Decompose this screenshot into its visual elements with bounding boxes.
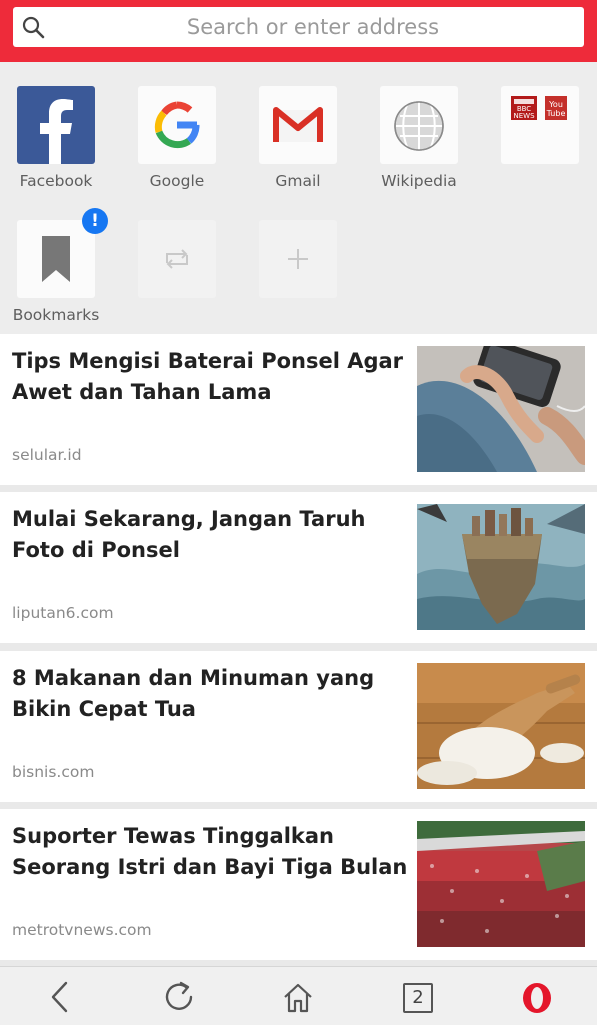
news-title[interactable]: Suporter Tewas Tinggalkan Seorang Istri … (12, 821, 412, 883)
tile-label: Gmail (275, 172, 321, 190)
reload-icon[interactable] (159, 977, 199, 1017)
plus-icon (259, 220, 337, 298)
tabs-button[interactable]: 2 (398, 977, 438, 1017)
bottom-navigation: 2 (0, 966, 597, 1025)
speed-dial-add[interactable] (243, 220, 353, 298)
floating-city-photo[interactable] (417, 504, 585, 630)
bookmark-icon (42, 236, 70, 282)
rice-scoop-photo[interactable] (417, 663, 585, 789)
folder-mini-label-bbc: BBC NEWS (513, 105, 535, 120)
news-source: selular.id (12, 446, 82, 464)
news-title[interactable]: Mulai Sekarang, Jangan Taruh Foto di Pon… (12, 504, 412, 566)
search-input[interactable] (53, 7, 573, 47)
speed-dial-bookmarks[interactable]: ! Bookmarks (1, 208, 111, 324)
back-icon[interactable] (41, 977, 81, 1017)
address-bar-container (0, 0, 597, 62)
folder-mini-label-youtube: You Tube (546, 100, 566, 118)
news-card[interactable]: Tips Mengisi Baterai Ponsel Agar Awet da… (0, 334, 597, 485)
news-title[interactable]: Tips Mengisi Baterai Ponsel Agar Awet da… (12, 346, 412, 408)
bookmark-tile-box (17, 220, 95, 298)
tile-label: Facebook (19, 172, 93, 190)
search-icon (22, 16, 45, 39)
news-source: bisnis.com (12, 763, 95, 781)
speed-dial-sync[interactable] (122, 220, 232, 298)
news-source: metrotvnews.com (12, 921, 152, 939)
bbc-youtube-folder-icon: BBC NEWS You Tube (501, 86, 579, 164)
news-title[interactable]: 8 Makanan dan Minuman yang Bikin Cepat T… (12, 663, 412, 725)
news-card[interactable]: Suporter Tewas Tinggalkan Seorang Istri … (0, 809, 597, 960)
tile-label: Wikipedia (381, 172, 457, 190)
google-icon (138, 86, 216, 164)
speed-dial: Facebook Google Gmail Wikipedia BBC NEWS… (0, 62, 597, 334)
home-icon[interactable] (278, 977, 318, 1017)
news-card[interactable]: 8 Makanan dan Minuman yang Bikin Cepat T… (0, 651, 597, 802)
tile-label: Bookmarks (12, 306, 100, 324)
gmail-icon (259, 86, 337, 164)
search-box[interactable] (13, 7, 584, 47)
tile-label: Google (149, 172, 205, 190)
opera-menu-icon[interactable] (517, 977, 557, 1017)
speed-dial-google[interactable]: Google (122, 86, 232, 190)
facebook-icon (17, 86, 95, 164)
speed-dial-gmail[interactable]: Gmail (243, 86, 353, 190)
phone-charging-photo[interactable] (417, 346, 585, 472)
stadium-crowd-photo[interactable] (417, 821, 585, 947)
wikipedia-icon (380, 86, 458, 164)
tab-count: 2 (412, 987, 424, 1008)
speed-dial-folder[interactable]: BBC NEWS You Tube (485, 86, 595, 164)
news-card[interactable]: Mulai Sekarang, Jangan Taruh Foto di Pon… (0, 492, 597, 643)
news-source: liputan6.com (12, 604, 114, 622)
notification-badge: ! (82, 208, 108, 234)
speed-dial-facebook[interactable]: Facebook (1, 86, 111, 190)
sync-icon (138, 220, 216, 298)
speed-dial-wikipedia[interactable]: Wikipedia (364, 86, 474, 190)
